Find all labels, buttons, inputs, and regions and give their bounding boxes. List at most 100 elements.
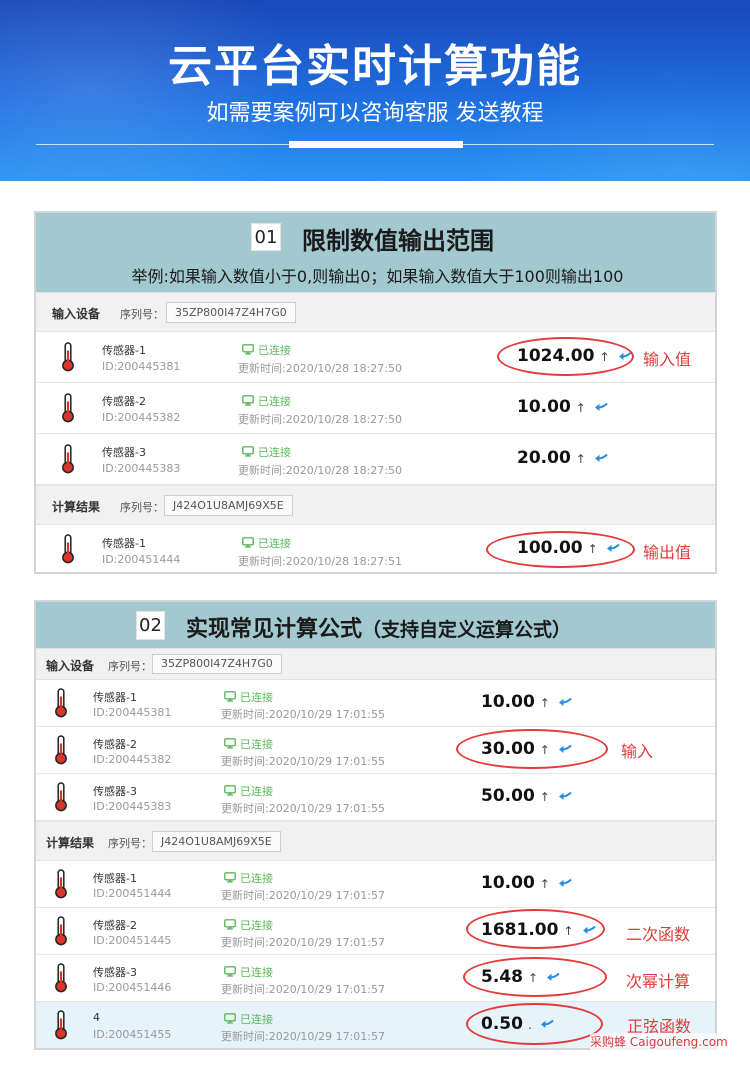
monitor-icon bbox=[224, 919, 236, 930]
monitor-icon bbox=[224, 966, 236, 977]
monitor-icon bbox=[224, 738, 236, 749]
monitor-icon bbox=[242, 395, 254, 406]
device-row[interactable]: 传感器-3 ID:200451446 已连接 更新时间:2020/10/29 1… bbox=[36, 955, 715, 1002]
serial-label: 序列号： bbox=[108, 837, 152, 850]
device-value: 10.00 ↑ bbox=[481, 873, 572, 893]
thermometer-icon bbox=[61, 534, 75, 564]
calculation-results-header: 计算结果 序列号： J424O1U8AMJ69X5E bbox=[36, 821, 715, 861]
device-id: ID:200445383 bbox=[102, 462, 181, 475]
device-name: 传感器-1 bbox=[93, 872, 137, 885]
calculation-results-header: 计算结果 序列号： J424O1U8AMJ69X5E bbox=[36, 485, 715, 525]
device-value: 20.00 ↑ bbox=[517, 448, 608, 468]
highlight-ellipse bbox=[466, 1003, 603, 1045]
device-row[interactable]: 传感器-3 ID:200445383 已连接 更新时间:2020/10/28 1… bbox=[36, 434, 715, 485]
device-row[interactable]: 传感器-1 ID:200445381 已连接 更新时间:2020/10/29 1… bbox=[36, 680, 715, 727]
section-title-suffix: （支持自定义运算公式） bbox=[362, 619, 572, 641]
return-arrow-icon[interactable] bbox=[594, 401, 608, 411]
header-accent-bar bbox=[289, 141, 463, 148]
up-arrow-icon: ↑ bbox=[539, 877, 550, 891]
device-id: ID:200445382 bbox=[93, 753, 172, 766]
thermometer-icon bbox=[61, 342, 75, 372]
connection-status: 已连接 bbox=[242, 535, 291, 551]
update-time: 更新时间:2020/10/28 18:27:50 bbox=[238, 413, 403, 426]
connection-status: 已连接 bbox=[224, 964, 273, 980]
serial-label: 序列号： bbox=[120, 501, 164, 514]
thermometer-icon bbox=[54, 963, 68, 993]
device-value: 10.00 ↑ bbox=[481, 692, 572, 712]
monitor-icon bbox=[242, 537, 254, 548]
connection-status: 已连接 bbox=[224, 689, 273, 705]
section-number-badge: 02 bbox=[136, 611, 165, 640]
page-title: 云平台实时计算功能 bbox=[168, 41, 582, 92]
device-value: 10.00 ↑ bbox=[517, 397, 608, 417]
thermometer-icon bbox=[61, 444, 75, 474]
panel-header: 01 限制数值输出范围 举例:如果输入数值小于0,则输出0；如果输入数值大于10… bbox=[36, 213, 715, 292]
device-id: ID:200451455 bbox=[93, 1028, 172, 1041]
connection-status: 已连接 bbox=[242, 393, 291, 409]
device-row[interactable]: 传感器-1 ID:200451444 已连接 更新时间:2020/10/29 1… bbox=[36, 861, 715, 908]
device-name: 传感器-3 bbox=[93, 966, 137, 979]
update-time: 更新时间:2020/10/29 17:01:55 bbox=[221, 708, 386, 721]
device-id: ID:200445382 bbox=[102, 411, 181, 424]
section-label: 输入设备 bbox=[52, 307, 101, 321]
monitor-icon bbox=[224, 872, 236, 883]
highlight-ellipse bbox=[497, 337, 634, 376]
serial-number: J424O1U8AMJ69X5E bbox=[164, 495, 293, 516]
up-arrow-icon: ↑ bbox=[539, 790, 550, 804]
highlight-ellipse bbox=[456, 729, 608, 769]
connection-status: 已连接 bbox=[224, 736, 273, 752]
thermometer-icon bbox=[54, 735, 68, 765]
device-name: 传感器-3 bbox=[93, 785, 137, 798]
device-name: 4 bbox=[93, 1011, 100, 1024]
monitor-icon bbox=[242, 344, 254, 355]
up-arrow-icon: ↑ bbox=[575, 452, 586, 466]
device-row[interactable]: 传感器-3 ID:200445383 已连接 更新时间:2020/10/29 1… bbox=[36, 774, 715, 821]
return-arrow-icon[interactable] bbox=[558, 696, 572, 706]
device-row[interactable]: 传感器-2 ID:200445382 已连接 更新时间:2020/10/28 1… bbox=[36, 383, 715, 434]
return-arrow-icon[interactable] bbox=[558, 790, 572, 800]
serial-number: 35ZP800I47Z4H7G0 bbox=[166, 302, 296, 323]
serial-number: 35ZP800I47Z4H7G0 bbox=[152, 654, 282, 674]
device-id: ID:200451446 bbox=[93, 981, 172, 994]
return-arrow-icon[interactable] bbox=[594, 452, 608, 462]
device-name: 传感器-1 bbox=[102, 537, 146, 550]
device-name: 传感器-2 bbox=[93, 738, 137, 751]
thermometer-icon bbox=[54, 916, 68, 946]
connection-status: 已连接 bbox=[242, 444, 291, 460]
device-name: 传感器-2 bbox=[102, 395, 146, 408]
update-time: 更新时间:2020/10/29 17:01:57 bbox=[221, 889, 386, 902]
section-title: 实现常见计算公式（支持自定义运算公式） bbox=[186, 617, 572, 642]
update-time: 更新时间:2020/10/29 17:01:57 bbox=[221, 936, 386, 949]
update-time: 更新时间:2020/10/29 17:01:55 bbox=[221, 755, 386, 768]
input-devices-header: 输入设备 序列号： 35ZP800I47Z4H7G0 bbox=[36, 292, 715, 332]
annotation-output-value: 输出值 bbox=[643, 543, 692, 562]
device-id: ID:200451444 bbox=[102, 553, 181, 566]
connection-status: 已连接 bbox=[224, 917, 273, 933]
watermark: 采购蜂 Caigoufeng.com bbox=[590, 1033, 728, 1050]
device-id: ID:200451444 bbox=[93, 887, 172, 900]
update-time: 更新时间:2020/10/28 18:27:50 bbox=[238, 464, 403, 477]
update-time: 更新时间:2020/10/29 17:01:57 bbox=[221, 983, 386, 996]
update-time: 更新时间:2020/10/29 17:01:55 bbox=[221, 802, 386, 815]
thermometer-icon bbox=[54, 782, 68, 812]
serial-label: 序列号： bbox=[120, 308, 164, 321]
page-header: 云平台实时计算功能 如需要案例可以咨询客服 发送教程 bbox=[0, 0, 750, 181]
connection-status: 已连接 bbox=[224, 870, 273, 886]
return-arrow-icon[interactable] bbox=[558, 877, 572, 887]
section-number-badge: 01 bbox=[251, 223, 281, 251]
monitor-icon bbox=[242, 446, 254, 457]
panel-limit-range: 01 限制数值输出范围 举例:如果输入数值小于0,则输出0；如果输入数值大于10… bbox=[34, 211, 717, 574]
device-value: 50.00 ↑ bbox=[481, 786, 572, 806]
device-id: ID:200445381 bbox=[93, 706, 172, 719]
monitor-icon bbox=[224, 785, 236, 796]
device-row[interactable]: 传感器-2 ID:200451445 已连接 更新时间:2020/10/29 1… bbox=[36, 908, 715, 955]
device-name: 传感器-3 bbox=[102, 446, 146, 459]
device-name: 传感器-2 bbox=[93, 919, 137, 932]
connection-status: 已连接 bbox=[224, 1011, 273, 1027]
thermometer-icon bbox=[54, 688, 68, 718]
device-row[interactable]: 传感器-2 ID:200445382 已连接 更新时间:2020/10/29 1… bbox=[36, 727, 715, 774]
section-label: 计算结果 bbox=[46, 836, 95, 850]
up-arrow-icon: ↑ bbox=[575, 401, 586, 415]
monitor-icon bbox=[224, 691, 236, 702]
section-label: 计算结果 bbox=[52, 500, 101, 514]
